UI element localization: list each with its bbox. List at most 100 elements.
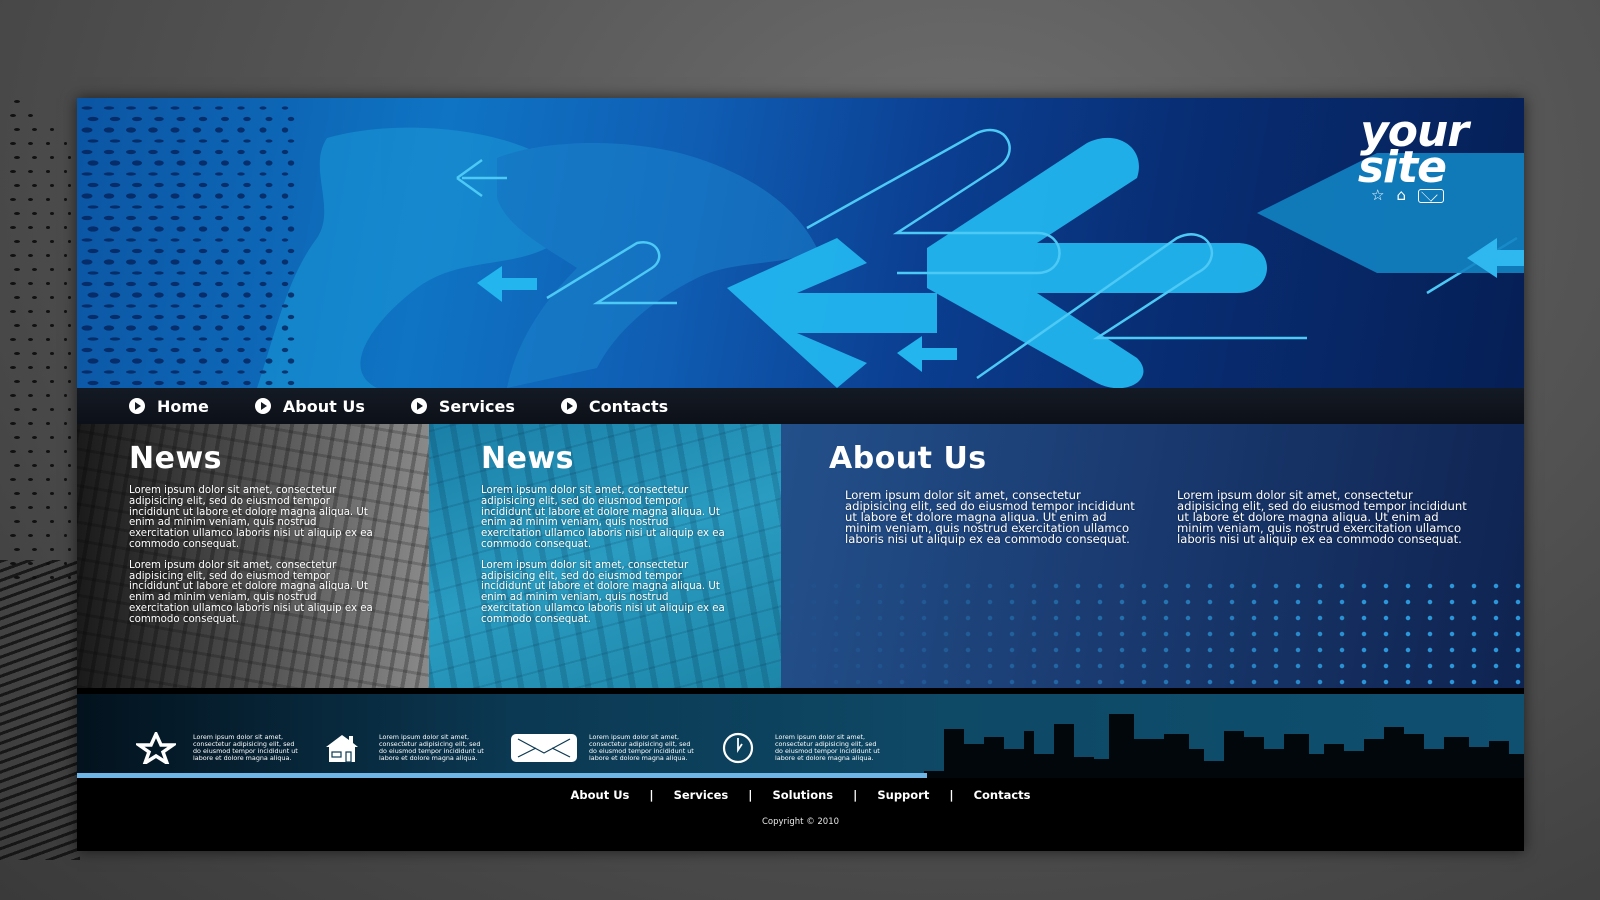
halftone-dot xyxy=(154,182,164,188)
halftone-dot xyxy=(126,281,136,287)
nav-item-contacts[interactable]: Contacts xyxy=(560,397,668,416)
play-circle-icon xyxy=(129,398,145,414)
footer-link-services[interactable]: Services xyxy=(674,788,729,802)
halftone-dot xyxy=(198,139,208,143)
halftone-dot xyxy=(154,271,164,275)
halftone-dot xyxy=(46,198,50,201)
halftone-dot xyxy=(221,116,229,122)
halftone-dot xyxy=(259,325,267,331)
feature-text: Lorem ipsum dolor sit amet, consectetur … xyxy=(589,733,694,762)
halftone-dot xyxy=(259,149,267,155)
halftone-dot xyxy=(50,296,54,299)
halftone-dot xyxy=(81,304,93,308)
site-logo[interactable]: your site xyxy=(1358,110,1469,190)
news-paragraph: Lorem ipsum dolor sit amet, consectetur … xyxy=(129,559,373,625)
play-circle-icon xyxy=(560,398,577,414)
halftone-dot xyxy=(50,436,54,439)
halftone-dot xyxy=(68,268,71,271)
halftone-dot xyxy=(281,259,289,265)
halftone-dot xyxy=(28,338,33,341)
halftone-dot xyxy=(259,370,267,374)
home-icon[interactable]: ⌂ xyxy=(1396,188,1406,203)
halftone-dot xyxy=(64,394,67,397)
nav-item-services[interactable]: Services xyxy=(410,396,515,416)
halftone-dot xyxy=(281,106,289,110)
halftone-dot xyxy=(259,304,267,308)
halftone-dot xyxy=(176,380,186,386)
halftone-dot xyxy=(148,193,158,199)
halftone-dot xyxy=(237,281,245,287)
mail-icon[interactable] xyxy=(1418,188,1444,203)
footer-links: About Us | Services | Solutions | Suppor… xyxy=(77,788,1524,802)
halftone-dot xyxy=(109,160,121,166)
halftone-dot xyxy=(126,149,136,155)
halftone-dot xyxy=(109,314,121,320)
halftone-dot xyxy=(10,254,16,257)
halftone-dot xyxy=(170,193,180,199)
halftone-dot xyxy=(32,492,37,495)
halftone-dot xyxy=(221,139,229,143)
halftone-dot xyxy=(221,337,229,341)
halftone-dot xyxy=(32,380,37,383)
halftone-dot xyxy=(198,226,208,232)
star-icon[interactable]: ☆ xyxy=(1371,188,1384,203)
halftone-dot xyxy=(132,205,142,209)
halftone-dot xyxy=(64,366,67,369)
halftone-dot xyxy=(287,380,295,386)
footer-link-support[interactable]: Support xyxy=(877,788,929,802)
halftone-dot xyxy=(287,314,295,320)
halftone-dot xyxy=(103,172,115,176)
footer-link-contacts[interactable]: Contacts xyxy=(974,788,1031,802)
halftone-dot xyxy=(64,170,67,173)
halftone-dot xyxy=(50,352,54,355)
halftone-dot xyxy=(28,394,33,397)
halftone-dot xyxy=(103,259,115,265)
nav-item-about-us[interactable]: About Us xyxy=(254,397,365,416)
halftone-dot xyxy=(64,478,67,481)
halftone-dot xyxy=(259,347,267,353)
halftone-dot xyxy=(170,106,180,110)
halftone-dot xyxy=(198,380,208,386)
halftone-dot xyxy=(68,324,71,327)
header-icons: ☆ ⌂ xyxy=(1371,188,1444,203)
halftone-dot xyxy=(28,114,33,117)
halftone-dot xyxy=(14,268,20,271)
halftone-dot xyxy=(287,292,295,298)
halftone-dot xyxy=(68,380,71,383)
halftone-dot xyxy=(10,394,16,397)
halftone-dot xyxy=(46,422,50,425)
halftone-dot xyxy=(215,347,223,353)
halftone-dot xyxy=(281,370,289,374)
halftone-dot xyxy=(50,128,54,131)
halftone-dot xyxy=(14,380,20,383)
halftone-dot xyxy=(50,380,54,383)
halftone-dot xyxy=(68,464,71,467)
nav-item-home[interactable]: Home xyxy=(129,397,209,416)
halftone-dot xyxy=(265,248,273,254)
footer-link-about-us[interactable]: About Us xyxy=(570,788,629,802)
halftone-dot xyxy=(281,281,289,287)
halftone-dot xyxy=(132,139,142,143)
nav-label: Services xyxy=(438,396,515,416)
header-banner: your site ☆ ⌂ xyxy=(77,98,1524,388)
halftone-dot xyxy=(176,205,186,209)
footer-link-solutions[interactable]: Solutions xyxy=(772,788,833,802)
halftone-dot xyxy=(68,492,71,495)
halftone-dot xyxy=(192,127,202,133)
halftone-dot xyxy=(81,106,93,110)
feature-item: Lorem ipsum dolor sit amet, consectetur … xyxy=(509,730,697,766)
feature-item: Lorem ipsum dolor sit amet, consectetur … xyxy=(315,730,487,766)
halftone-dot xyxy=(265,380,273,386)
halftone-dot xyxy=(221,358,229,364)
halftone-dot xyxy=(64,450,67,453)
halftone-dot xyxy=(198,337,208,341)
halftone-dot xyxy=(198,116,208,122)
halftone-dot xyxy=(192,325,202,331)
halftone-dot xyxy=(64,422,67,425)
footer-separator: | xyxy=(949,788,954,802)
halftone-dot xyxy=(265,139,273,143)
halftone-dot xyxy=(87,248,99,254)
halftone-dot xyxy=(281,304,289,308)
halftone-dot xyxy=(281,149,289,155)
play-circle-icon xyxy=(254,398,271,414)
